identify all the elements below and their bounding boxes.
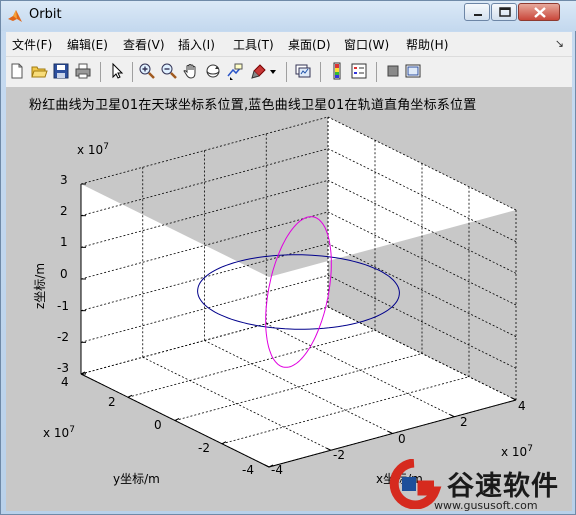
z-tick-label: -3 <box>57 361 69 375</box>
toolbar-separator <box>320 62 321 82</box>
link-plot-icon[interactable] <box>294 62 312 80</box>
open-file-icon[interactable] <box>30 62 48 80</box>
pan-hand-icon[interactable] <box>182 62 200 80</box>
figure-canvas[interactable]: 粉红曲线为卫星01在天球坐标系位置,蓝色曲线卫星01在轨道直角坐标系位置 x 1… <box>6 87 572 512</box>
data-cursor-icon[interactable] <box>226 62 244 80</box>
minimize-icon <box>474 14 482 16</box>
matlab-logo-icon <box>8 10 22 22</box>
z-tick-label: 1 <box>60 235 68 249</box>
toolbar-separator <box>132 62 133 82</box>
y-exponent-label: x 107 <box>43 425 75 440</box>
x-exponent-label: x 107 <box>501 444 533 459</box>
save-icon[interactable] <box>52 62 70 80</box>
maximize-button[interactable] <box>491 3 517 21</box>
z-exponent-label: x 107 <box>77 142 109 157</box>
z-tick-label: 2 <box>60 204 68 218</box>
x-tick-label: -2 <box>333 448 345 462</box>
rotate-3d-icon[interactable] <box>204 62 222 80</box>
menu-insert[interactable]: 插入(I) <box>178 36 215 53</box>
axes-box <box>80 116 517 468</box>
z-tick-label: -2 <box>57 330 69 344</box>
new-figure-icon[interactable] <box>8 62 26 80</box>
zoom-in-icon[interactable] <box>138 62 156 80</box>
x-tick-label: 2 <box>460 415 468 429</box>
y-tick-label: 4 <box>61 375 69 389</box>
y-tick-label: 2 <box>108 395 116 409</box>
figure-toolbar <box>6 56 572 87</box>
close-icon <box>534 7 546 18</box>
y-tick-label: 0 <box>154 418 162 432</box>
brush-icon[interactable] <box>250 62 268 80</box>
x-tick-label: 4 <box>518 399 526 413</box>
y-tick-label: -2 <box>198 441 210 455</box>
y-tick-label: -4 <box>242 463 254 477</box>
close-button[interactable] <box>518 3 560 21</box>
menu-view[interactable]: 查看(V) <box>123 36 165 53</box>
z-axis-label: z坐标/m <box>33 262 47 309</box>
menu-overflow-arrow[interactable]: ↘ <box>555 37 564 50</box>
z-tick-label: -1 <box>57 299 69 313</box>
legend-icon[interactable] <box>350 62 368 80</box>
menu-window[interactable]: 窗口(W) <box>344 36 389 53</box>
menu-bar: 文件(F) 编辑(E) 查看(V) 插入(I) 工具(T) 桌面(D) 窗口(W… <box>6 32 572 56</box>
x-tick-label: 0 <box>398 432 406 446</box>
brush-dropdown-icon[interactable] <box>268 62 278 80</box>
menu-desktop[interactable]: 桌面(D) <box>288 36 331 53</box>
matlab-figure-window: Orbit 文件(F) 编辑(E) 查看(V) 插入(I) 工具(T) 桌面(D… <box>0 0 576 515</box>
plot-title: 粉红曲线为卫星01在天球坐标系位置,蓝色曲线卫星01在轨道直角坐标系位置 <box>29 98 477 113</box>
zoom-out-icon[interactable] <box>160 62 178 80</box>
title-bar[interactable]: Orbit <box>1 1 576 31</box>
menu-edit[interactable]: 编辑(E) <box>67 36 108 53</box>
toolbar-separator <box>376 62 377 82</box>
maximize-icon <box>499 7 511 17</box>
window-title: Orbit <box>29 7 62 22</box>
watermark-brand: 谷速软件 <box>447 471 559 502</box>
x-tick-label: -4 <box>271 463 283 477</box>
z-tick-label: 0 <box>60 267 68 281</box>
hide-plot-tools-icon[interactable] <box>384 62 402 80</box>
toolbar-separator <box>286 62 287 82</box>
minimize-button[interactable] <box>464 3 490 21</box>
colorbar-icon[interactable] <box>328 62 346 80</box>
menu-file[interactable]: 文件(F) <box>12 36 52 53</box>
menu-help[interactable]: 帮助(H) <box>406 36 448 53</box>
toolbar-separator <box>100 62 101 82</box>
show-plot-tools-icon[interactable] <box>404 62 422 80</box>
print-icon[interactable] <box>74 62 92 80</box>
pointer-icon[interactable] <box>108 62 126 80</box>
y-axis-label: y坐标/m <box>113 472 160 486</box>
z-tick-label: 3 <box>60 173 68 187</box>
menu-tools[interactable]: 工具(T) <box>233 36 274 53</box>
watermark-url: www.gususoft.com <box>434 499 538 512</box>
